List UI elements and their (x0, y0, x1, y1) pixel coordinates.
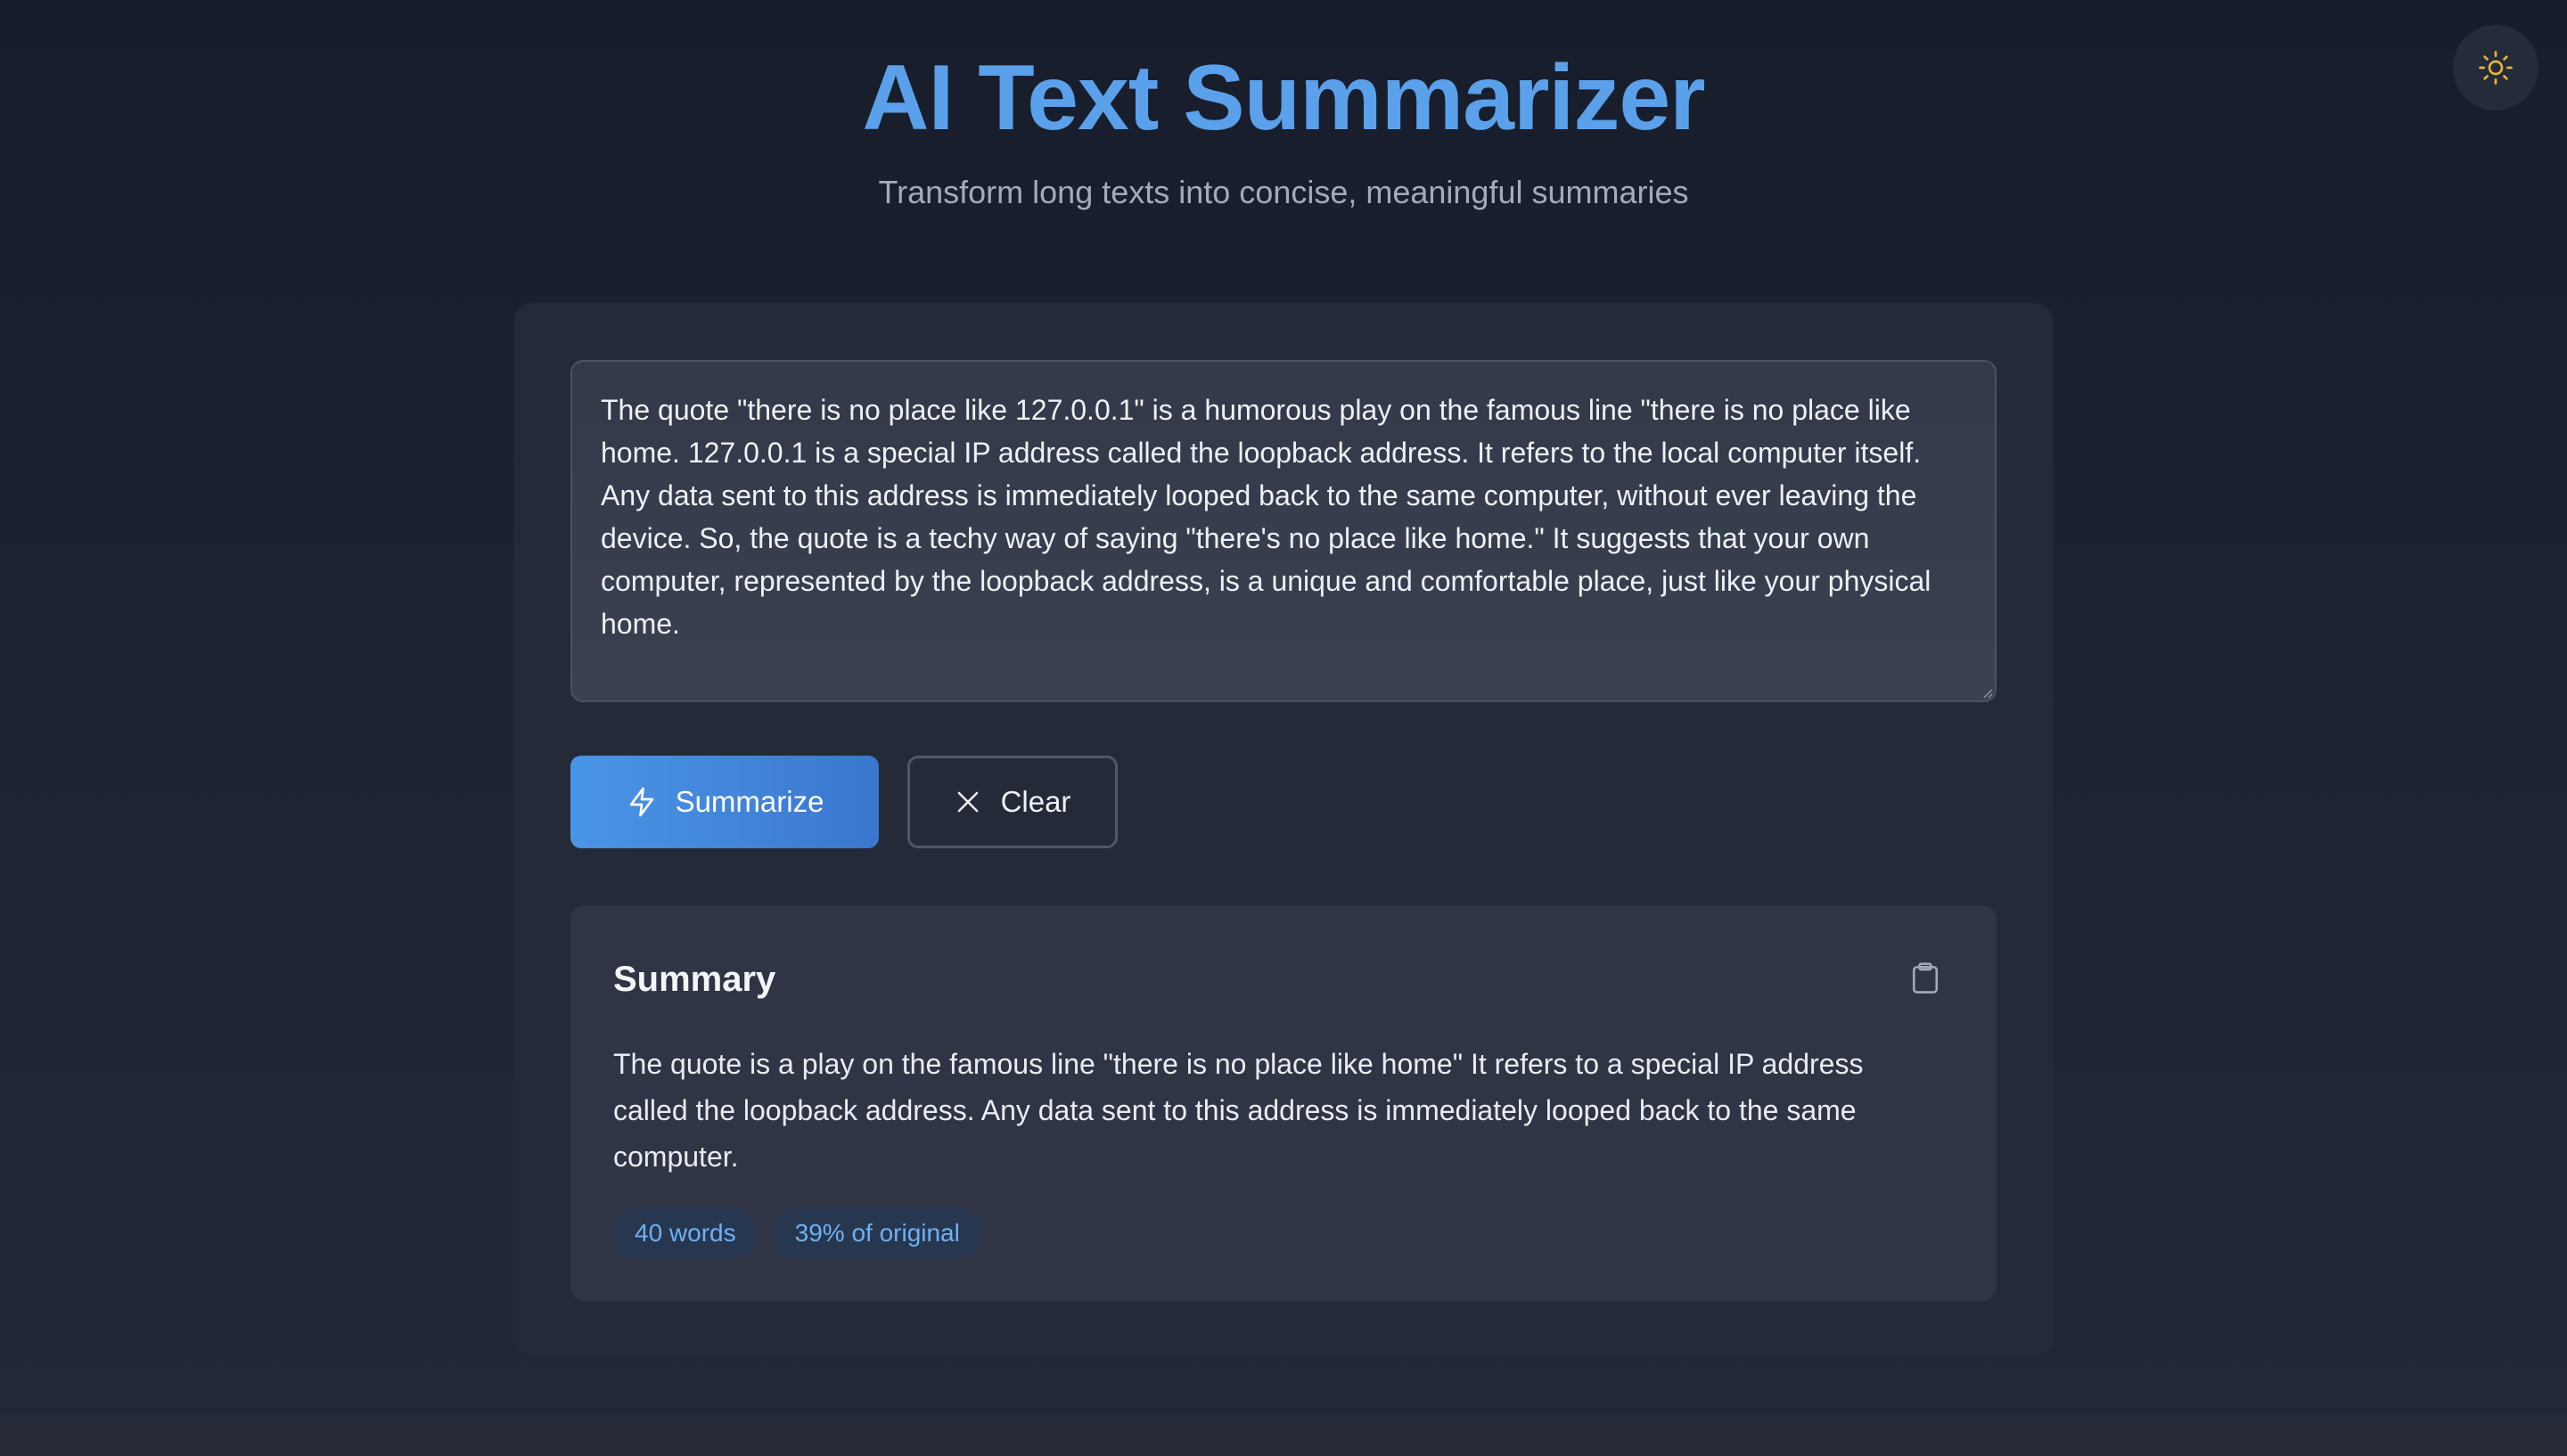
clear-button-label: Clear (1000, 785, 1071, 818)
summarize-button[interactable]: Summarize (570, 756, 879, 848)
clear-button[interactable]: Clear (907, 756, 1118, 848)
clipboard-icon (1912, 962, 1939, 994)
summary-stats: 40 words 39% of original (613, 1208, 981, 1258)
close-icon (957, 791, 978, 813)
summary-panel: Summary The quote is a play on the famou… (570, 905, 1997, 1301)
lightning-icon (629, 787, 653, 817)
summary-text: The quote is a play on the famous line "… (613, 1048, 1864, 1173)
summarize-button-label: Summarize (675, 785, 824, 818)
resize-grip-icon[interactable] (1982, 688, 1993, 699)
page-title: AI Text Summarizer (862, 46, 1705, 150)
page-subtitle: Transform long texts into concise, meani… (878, 174, 1689, 210)
copy-button[interactable] (1904, 955, 1947, 1002)
footer-strip (0, 1415, 2567, 1456)
ratio-badge: 39% of original (773, 1208, 981, 1258)
text-input[interactable]: The quote "there is no place like 127.0.… (570, 360, 1997, 702)
word-count-badge: 40 words (613, 1208, 758, 1258)
summarizer-card: The quote "there is no place like 127.0.… (513, 303, 2054, 1358)
summary-title: Summary (613, 960, 776, 999)
